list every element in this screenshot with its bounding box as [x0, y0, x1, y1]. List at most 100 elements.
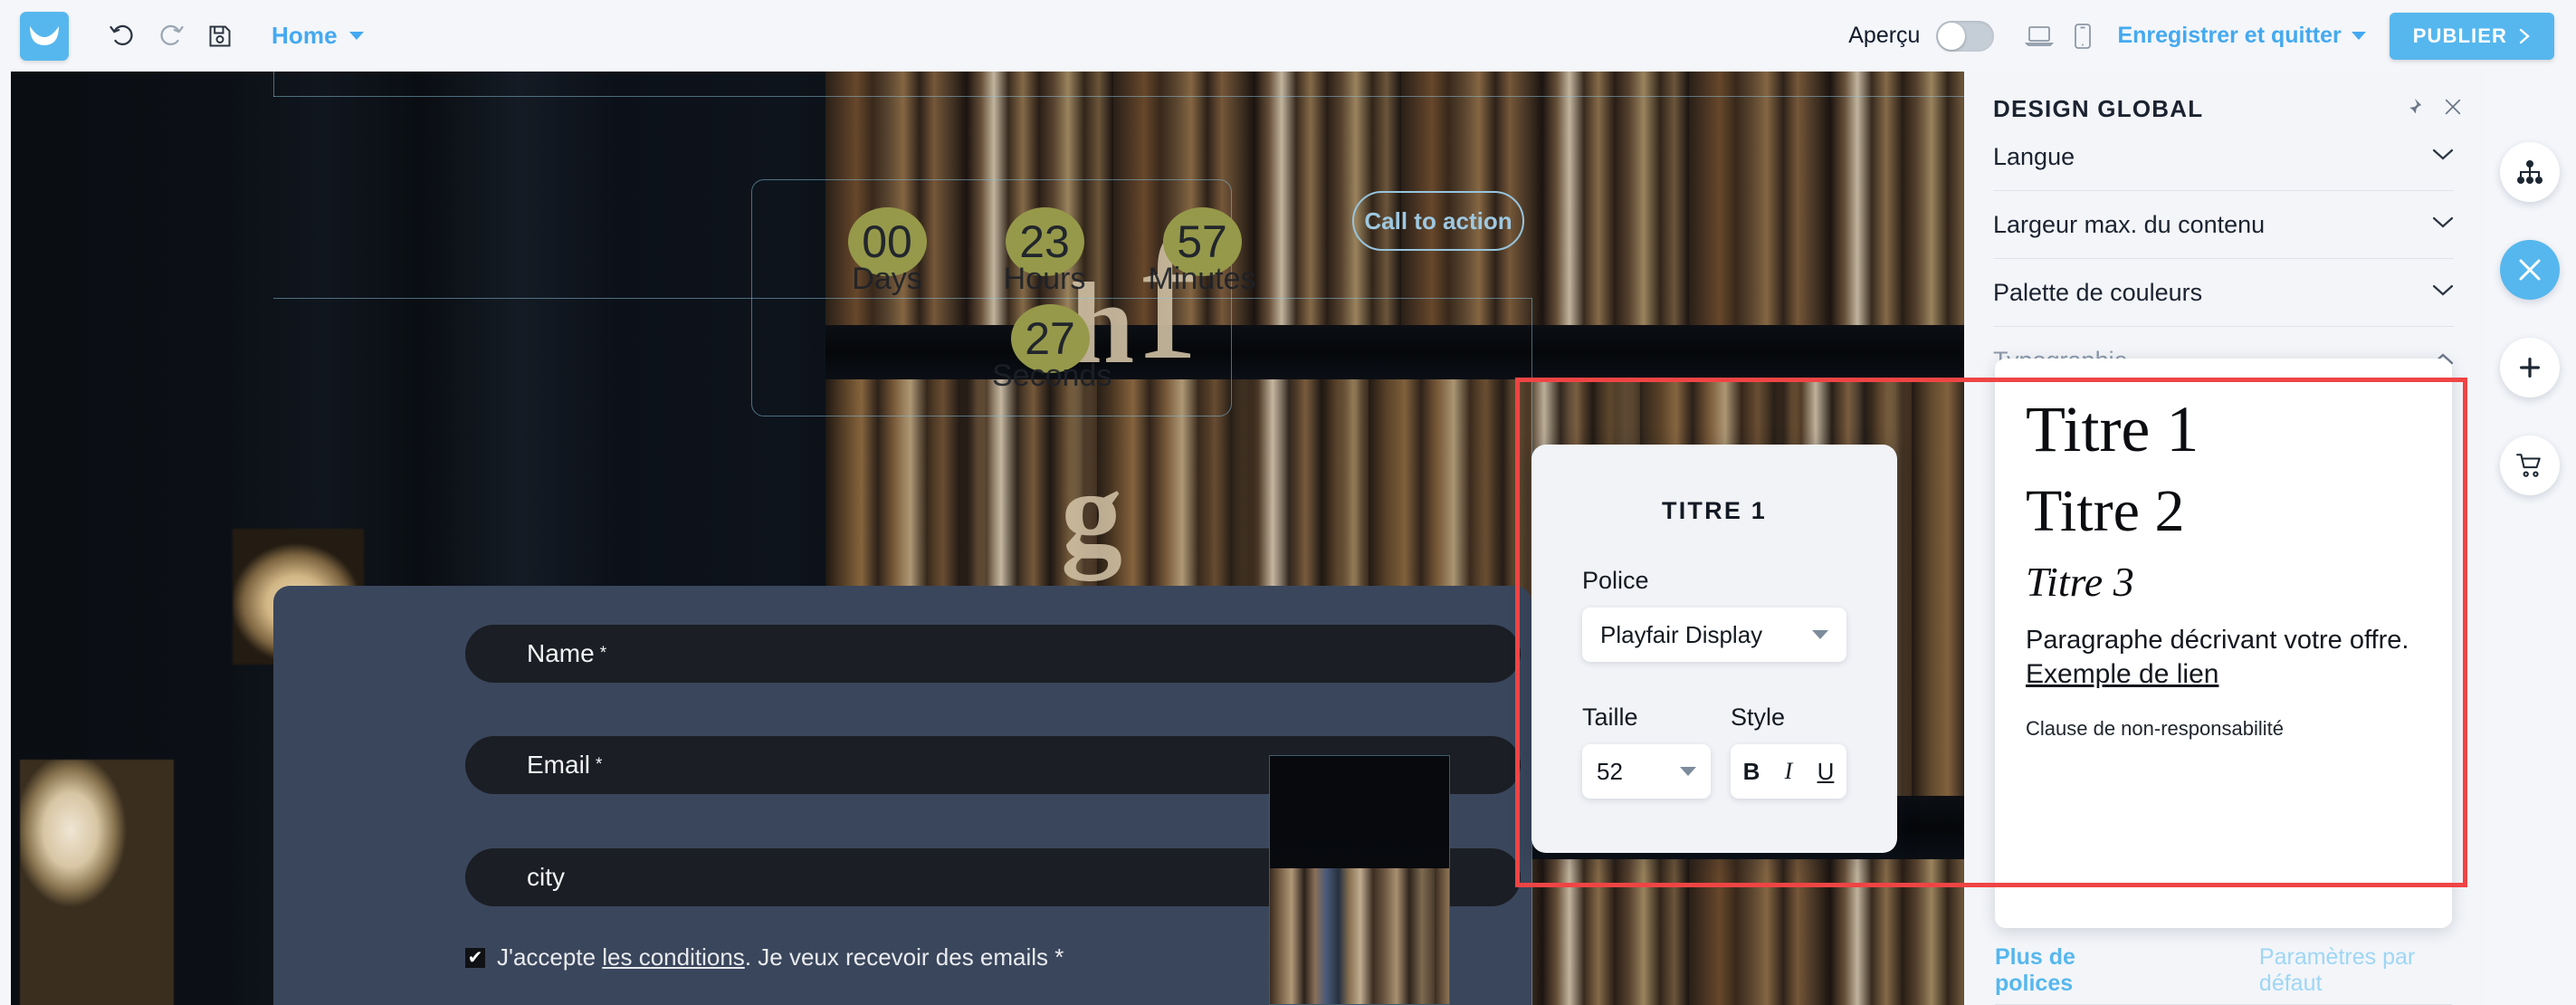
right-icon-rail [2483, 72, 2576, 1005]
design-global-panel: DESIGN GLOBAL Langue Largeur max. du con… [1964, 72, 2483, 1005]
accordion-label: Langue [1993, 142, 2075, 170]
brevo-logo-icon[interactable] [20, 11, 69, 61]
statue-bust-image [20, 760, 174, 1005]
undo-icon[interactable] [101, 15, 143, 57]
save-and-quit-label: Enregistrer et quitter [2117, 23, 2342, 48]
sitemap-icon[interactable] [2499, 142, 2560, 202]
caret-down-icon [1812, 630, 1828, 639]
font-size-select[interactable]: 52 [1582, 744, 1711, 799]
chevron-down-icon [2432, 283, 2454, 302]
photo-letter-g: g [1061, 445, 1122, 581]
close-x-icon[interactable] [2499, 240, 2560, 300]
accordion-palette-couleurs[interactable]: Palette de couleurs [1993, 259, 2454, 327]
font-family-select[interactable]: Playfair Display [1582, 608, 1846, 662]
preview-paragraph: Paragraphe décrivant votre offre. [2026, 625, 2409, 655]
plus-icon[interactable] [2499, 338, 2560, 397]
preview-titre-3: Titre 3 [2026, 558, 2134, 605]
countdown-widget[interactable]: 00 Days 23 Hours 57 Minutes 27 Seconds [751, 179, 1256, 416]
panel-title: DESIGN GLOBAL [1993, 95, 2204, 122]
image-block[interactable] [1269, 755, 1450, 1005]
consent-text: J'accepte les conditions. Je veux recevo… [497, 943, 1064, 972]
accordion-label: Palette de couleurs [1993, 278, 2203, 306]
consent-row: J'accepte les conditions. Je veux recevo… [465, 943, 1064, 972]
toolbar-right-group: Aperçu Enregistrer et quitter PUBLIER [1848, 12, 2576, 60]
publish-button[interactable]: PUBLIER [2389, 12, 2554, 60]
preview-titre-1: Titre 1 [2026, 393, 2199, 465]
countdown-value: 23 [1019, 216, 1070, 267]
countdown-row-primary: 00 Days 23 Hours 57 Minutes [829, 207, 1260, 297]
chevron-down-icon [2351, 32, 2366, 40]
panel-footer: Plus de polices Paramètres par défaut [1964, 937, 2483, 1005]
countdown-label: Minutes [1148, 262, 1256, 296]
countdown-value: 00 [862, 216, 912, 267]
publish-label: PUBLIER [2412, 24, 2507, 47]
text-style-group: B I U [1731, 744, 1846, 799]
save-and-quit-button[interactable]: Enregistrer et quitter [2117, 23, 2366, 49]
countdown-value: 57 [1177, 216, 1227, 267]
preview-titre-2: Titre 2 [2026, 477, 2185, 544]
shopping-cart-icon[interactable] [2499, 436, 2560, 495]
panel-footer-links: Plus de polices Paramètres par défaut [1995, 937, 2452, 1004]
titre-1-settings-popup: TITRE 1 Police Playfair Display Taille 5… [1531, 445, 1897, 853]
chevron-right-icon [2519, 28, 2530, 43]
required-marker: * [596, 755, 603, 774]
required-marker: * [599, 644, 607, 663]
underline-button[interactable]: U [1818, 758, 1835, 786]
mobile-phone-icon[interactable] [2061, 16, 2104, 56]
close-icon[interactable] [2443, 97, 2463, 121]
panel-header: DESIGN GLOBAL [1964, 72, 2483, 123]
countdown-unit-minutes: 57 Minutes [1144, 207, 1260, 297]
name-input[interactable]: Name * [465, 625, 1521, 683]
countdown-label: Seconds [992, 359, 1112, 393]
chevron-down-icon [348, 32, 364, 40]
top-toolbar: Home Aperçu Enregistrer et quitter PUBLI… [0, 0, 2576, 72]
default-settings-link[interactable]: Paramètres par défaut [2259, 944, 2452, 997]
popup-title: TITRE 1 [1662, 497, 1767, 524]
city-input-label: city [527, 863, 565, 891]
countdown-label: Hours [1003, 262, 1086, 296]
preview-toggle[interactable] [1936, 20, 1995, 52]
consent-prefix: J'accepte [497, 943, 603, 971]
font-family-value: Playfair Display [1600, 620, 1763, 648]
countdown-unit-seconds: 27 Seconds [992, 304, 1112, 394]
chevron-down-icon [2432, 215, 2454, 234]
countdown-unit-hours: 23 Hours [987, 207, 1102, 297]
preview-disclaimer: Clause de non-responsabilité [2026, 716, 2284, 740]
pin-icon[interactable] [2403, 97, 2423, 121]
italic-button[interactable]: I [1785, 758, 1793, 785]
laptop-icon[interactable] [2018, 16, 2061, 56]
save-floppy-icon[interactable] [199, 15, 241, 57]
accordion-label: Largeur max. du contenu [1993, 210, 2266, 238]
caret-down-icon [1680, 767, 1696, 776]
countdown-value: 27 [1025, 313, 1075, 364]
call-to-action-button[interactable]: Call to action [1352, 191, 1524, 251]
countdown-row-seconds: 27 Seconds [992, 304, 1112, 394]
font-size-value: 52 [1597, 757, 1623, 785]
preview-link[interactable]: Exemple de lien [2026, 659, 2421, 690]
size-column: Taille 52 [1582, 662, 1711, 799]
size-and-style-row: Taille 52 Style B I U [1582, 662, 1846, 799]
name-input-label: Name [527, 639, 595, 667]
consent-suffix: . Je veux recevoir des emails * [744, 943, 1064, 971]
panel-header-actions [2403, 97, 2463, 121]
accordion-largeur-max[interactable]: Largeur max. du contenu [1993, 191, 2454, 259]
chevron-down-icon [2432, 148, 2454, 166]
countdown-label: Days [852, 262, 922, 296]
typography-preview-card: Titre 1 Titre 2 Titre 3 Paragraphe décri… [1995, 359, 2452, 928]
accordion-langue[interactable]: Langue [1993, 123, 2454, 191]
more-fonts-link[interactable]: Plus de polices [1995, 944, 2136, 997]
page-name-label: Home [272, 22, 338, 49]
selection-guide-left [273, 72, 274, 97]
style-column: Style B I U [1731, 662, 1846, 799]
page-selector[interactable]: Home [272, 22, 364, 50]
redo-icon[interactable] [150, 15, 192, 57]
email-input-label: Email [527, 751, 591, 779]
bold-button[interactable]: B [1743, 758, 1760, 786]
terms-link[interactable]: les conditions [602, 943, 745, 971]
selection-guide-top [273, 96, 1964, 97]
preview-label: Aperçu [1848, 23, 1921, 48]
taille-label: Taille [1582, 704, 1638, 731]
style-label: Style [1731, 704, 1786, 731]
countdown-unit-days: 00 Days [829, 207, 945, 297]
consent-checkbox[interactable] [465, 947, 485, 968]
